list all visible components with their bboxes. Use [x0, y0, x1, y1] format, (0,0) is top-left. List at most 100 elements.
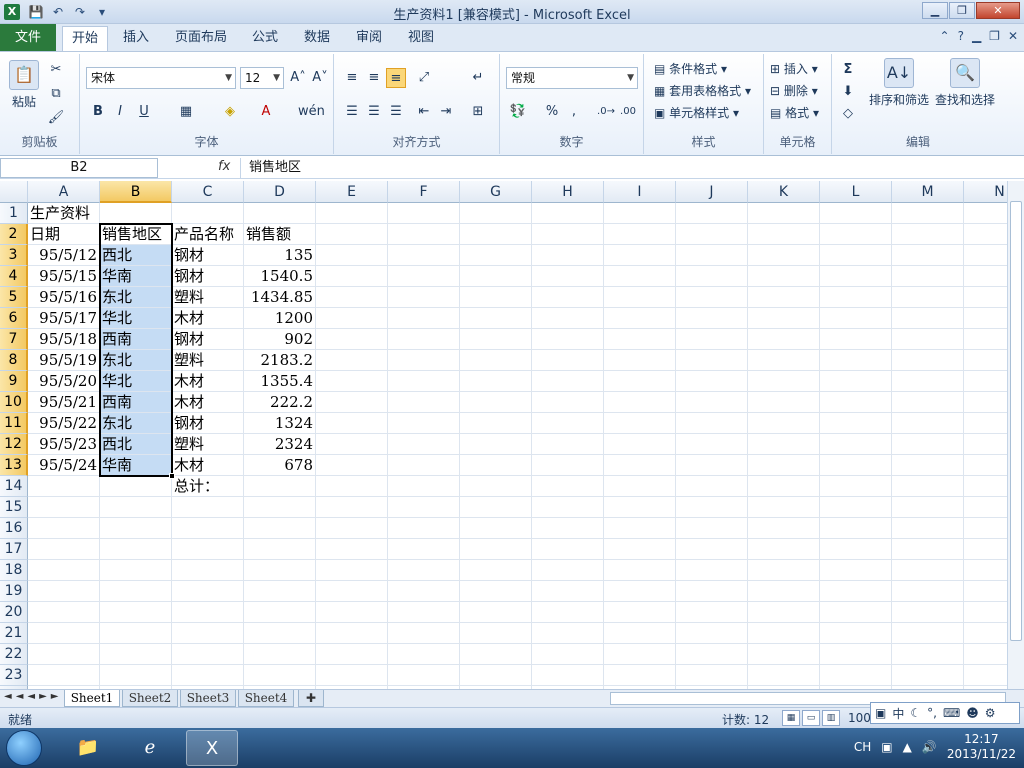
cell-H8[interactable]	[532, 350, 604, 371]
tray-flag-icon[interactable]: ▲	[903, 740, 912, 754]
cell-E23[interactable]	[316, 665, 388, 686]
row-header-23[interactable]: 23	[0, 665, 28, 686]
cell-E22[interactable]	[316, 644, 388, 665]
cell-I16[interactable]	[604, 518, 676, 539]
cell-K1[interactable]	[748, 203, 820, 224]
cell-L1[interactable]	[820, 203, 892, 224]
cell-D6[interactable]: 1200	[244, 308, 316, 329]
cell-J15[interactable]	[676, 497, 748, 518]
cut-icon[interactable]: ✂	[46, 60, 66, 80]
cell-I19[interactable]	[604, 581, 676, 602]
cell-C19[interactable]	[172, 581, 244, 602]
cell-D13[interactable]: 678	[244, 455, 316, 476]
cell-A22[interactable]	[28, 644, 100, 665]
find-select-button[interactable]: 🔍 查找和选择	[934, 58, 996, 108]
name-box[interactable]: B2	[0, 158, 158, 178]
cell-J7[interactable]	[676, 329, 748, 350]
page-break-view-icon[interactable]: ▥	[822, 710, 840, 726]
cell-J3[interactable]	[676, 245, 748, 266]
cell-I23[interactable]	[604, 665, 676, 686]
cell-G14[interactable]	[460, 476, 532, 497]
cell-K15[interactable]	[748, 497, 820, 518]
cell-L21[interactable]	[820, 623, 892, 644]
cell-B12[interactable]: 西北	[100, 434, 172, 455]
cell-F10[interactable]	[388, 392, 460, 413]
cell-G12[interactable]	[460, 434, 532, 455]
cell-M8[interactable]	[892, 350, 964, 371]
row-header-19[interactable]: 19	[0, 581, 28, 602]
wrap-text-icon[interactable]: ↵	[468, 68, 488, 88]
cell-D3[interactable]: 135	[244, 245, 316, 266]
cell-H2[interactable]	[532, 224, 604, 245]
cell-A4[interactable]: 95/5/15	[28, 266, 100, 287]
row-header-21[interactable]: 21	[0, 623, 28, 644]
cell-C4[interactable]: 钢材	[172, 266, 244, 287]
cell-G9[interactable]	[460, 371, 532, 392]
cell-B7[interactable]: 西南	[100, 329, 172, 350]
tray-ime-icon[interactable]: ▣	[881, 740, 892, 754]
cell-K17[interactable]	[748, 539, 820, 560]
cell-F22[interactable]	[388, 644, 460, 665]
cell-L2[interactable]	[820, 224, 892, 245]
cell-A3[interactable]: 95/5/12	[28, 245, 100, 266]
cell-H17[interactable]	[532, 539, 604, 560]
cell-B11[interactable]: 东北	[100, 413, 172, 434]
cell-J13[interactable]	[676, 455, 748, 476]
cell-E13[interactable]	[316, 455, 388, 476]
cell-K20[interactable]	[748, 602, 820, 623]
cell-E1[interactable]	[316, 203, 388, 224]
column-header-M[interactable]: M	[892, 181, 964, 203]
cell-M20[interactable]	[892, 602, 964, 623]
cell-M17[interactable]	[892, 539, 964, 560]
cell-N10[interactable]	[964, 392, 1007, 413]
row-header-9[interactable]: 9	[0, 371, 28, 392]
cell-E6[interactable]	[316, 308, 388, 329]
cell-K9[interactable]	[748, 371, 820, 392]
underline-button[interactable]: U	[134, 102, 154, 122]
cell-N3[interactable]	[964, 245, 1007, 266]
ime-keyboard-icon[interactable]: ⌨	[943, 706, 960, 720]
cell-B10[interactable]: 西南	[100, 392, 172, 413]
align-left-icon[interactable]: ☰	[342, 102, 362, 122]
zoom-level[interactable]: 100	[848, 711, 871, 725]
copy-icon[interactable]: ⧉	[46, 84, 66, 104]
cell-M5[interactable]	[892, 287, 964, 308]
column-header-I[interactable]: I	[604, 181, 676, 203]
cell-J8[interactable]	[676, 350, 748, 371]
cell-H16[interactable]	[532, 518, 604, 539]
row-header-10[interactable]: 10	[0, 392, 28, 413]
cell-M10[interactable]	[892, 392, 964, 413]
cell-L13[interactable]	[820, 455, 892, 476]
tab-review[interactable]: 审阅	[348, 26, 390, 51]
cell-A12[interactable]: 95/5/23	[28, 434, 100, 455]
column-header-L[interactable]: L	[820, 181, 892, 203]
cell-J16[interactable]	[676, 518, 748, 539]
align-bottom-icon[interactable]: ≡	[386, 68, 406, 88]
ie-taskbar-icon[interactable]: ℯ	[124, 730, 176, 766]
cell-D19[interactable]	[244, 581, 316, 602]
decrease-decimal-icon[interactable]: .00	[618, 102, 638, 122]
cell-B16[interactable]	[100, 518, 172, 539]
close-button[interactable]: ✕	[976, 2, 1020, 19]
cell-E7[interactable]	[316, 329, 388, 350]
cell-N5[interactable]	[964, 287, 1007, 308]
tray-volume-icon[interactable]: 🔊	[922, 740, 937, 754]
cell-I4[interactable]	[604, 266, 676, 287]
cell-J4[interactable]	[676, 266, 748, 287]
cell-E11[interactable]	[316, 413, 388, 434]
increase-decimal-icon[interactable]: .0→	[596, 102, 616, 122]
tab-page-layout[interactable]: 页面布局	[168, 26, 234, 51]
cell-D4[interactable]: 1540.5	[244, 266, 316, 287]
cell-I1[interactable]	[604, 203, 676, 224]
cell-D8[interactable]: 2183.2	[244, 350, 316, 371]
cell-B1[interactable]	[100, 203, 172, 224]
insert-function-icon[interactable]: fx	[218, 159, 230, 174]
cell-G15[interactable]	[460, 497, 532, 518]
cell-N4[interactable]	[964, 266, 1007, 287]
tray-clock[interactable]: 12:17 2013/11/22	[947, 732, 1016, 762]
cell-K10[interactable]	[748, 392, 820, 413]
cell-H14[interactable]	[532, 476, 604, 497]
cell-C20[interactable]	[172, 602, 244, 623]
cell-I22[interactable]	[604, 644, 676, 665]
help-icon[interactable]: ?	[958, 29, 964, 43]
